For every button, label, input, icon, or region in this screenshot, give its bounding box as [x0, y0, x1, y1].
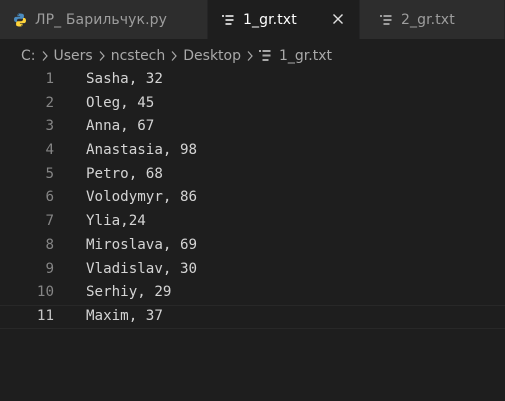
line-number: 11: [36, 307, 54, 324]
editor-line[interactable]: 2 Oleg, 45: [0, 92, 505, 116]
tab-bar: ЛР_ Барильчук.ру 1_gr.txt 2_gr.txt: [0, 0, 505, 39]
text-file-icon: [259, 49, 271, 63]
close-icon[interactable]: [330, 11, 346, 27]
line-text[interactable]: Petro, 68: [86, 163, 163, 187]
editor-line[interactable]: 1 Sasha, 32: [0, 68, 505, 92]
line-number: 3: [45, 118, 54, 135]
line-text[interactable]: Anastasia, 98: [86, 139, 197, 163]
tab-1-gr-txt[interactable]: 1_gr.txt: [208, 0, 360, 39]
editor-window: ЛР_ Барильчук.ру 1_gr.txt 2_gr.txt C: Us…: [0, 0, 505, 401]
line-text[interactable]: Vladislav, 30: [86, 258, 197, 282]
tab-label: 1_gr.txt: [243, 11, 297, 28]
chevron-right-icon: [95, 50, 109, 62]
line-number: 1: [45, 71, 54, 87]
line-text[interactable]: Oleg, 45: [86, 92, 154, 116]
breadcrumb-desktop[interactable]: Desktop: [183, 48, 241, 64]
line-text[interactable]: Anna, 67: [86, 115, 154, 139]
breadcrumb-user-folder[interactable]: ncstech: [111, 48, 166, 64]
line-number: 9: [45, 260, 54, 277]
editor-line[interactable]: 7 Ylia,24: [0, 210, 505, 234]
code-editor[interactable]: 1 Sasha, 32 2 Oleg, 45 3 Anna, 67 4 Anastasia, …: [0, 68, 505, 401]
chevron-right-icon: [38, 50, 52, 62]
text-file-icon: [220, 12, 236, 28]
line-number: 5: [45, 165, 54, 182]
line-number: 4: [45, 142, 54, 159]
line-number: 7: [45, 213, 54, 230]
line-number: 8: [45, 236, 54, 253]
tab-2-gr-txt[interactable]: 2_gr.txt: [360, 0, 505, 39]
editor-line[interactable]: 6 Volodymyr, 86: [0, 186, 505, 210]
editor-line[interactable]: 10 Serhiy, 29: [0, 281, 505, 305]
line-text[interactable]: Sasha, 32: [86, 68, 163, 92]
line-text[interactable]: Maxim, 37: [86, 306, 163, 328]
tab-label: ЛР_ Барильчук.ру: [35, 11, 168, 28]
line-number: 2: [45, 94, 54, 111]
breadcrumb-file[interactable]: 1_gr.txt: [279, 48, 332, 64]
line-text[interactable]: Volodymyr, 86: [86, 186, 197, 210]
editor-line[interactable]: 11 Maxim, 37: [0, 304, 505, 329]
chevron-right-icon: [167, 50, 181, 62]
text-file-icon: [378, 12, 394, 28]
chevron-right-icon: [243, 50, 257, 62]
tab-python-file[interactable]: ЛР_ Барильчук.ру: [0, 0, 208, 39]
breadcrumb-drive[interactable]: C:: [21, 48, 36, 64]
line-number: 10: [36, 284, 54, 301]
editor-line[interactable]: 9 Vladislav, 30: [0, 258, 505, 282]
line-text[interactable]: Ylia,24: [86, 210, 146, 234]
breadcrumb-users[interactable]: Users: [54, 48, 93, 64]
editor-line[interactable]: 3 Anna, 67: [0, 115, 505, 139]
editor-line[interactable]: 5 Petro, 68: [0, 163, 505, 187]
line-text[interactable]: Miroslava, 69: [86, 234, 197, 258]
line-number: 6: [45, 189, 54, 206]
editor-line[interactable]: 4 Anastasia, 98: [0, 139, 505, 163]
python-file-icon: [12, 12, 28, 28]
line-text[interactable]: Serhiy, 29: [86, 281, 171, 305]
editor-line[interactable]: 8 Miroslava, 69: [0, 234, 505, 258]
tab-label: 2_gr.txt: [401, 11, 455, 28]
